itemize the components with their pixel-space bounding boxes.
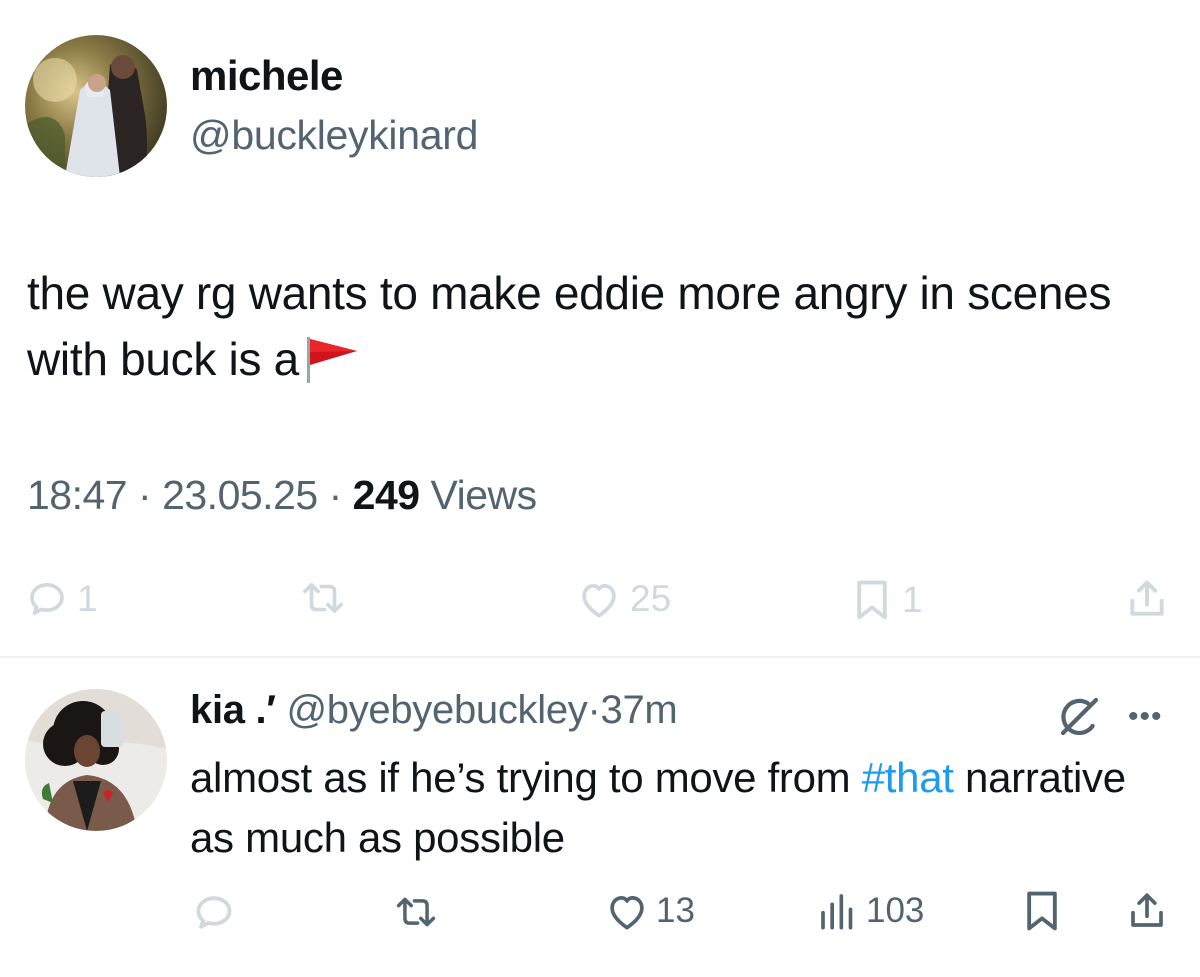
avatar-image <box>25 689 167 831</box>
reply-reply-button[interactable] <box>193 893 235 931</box>
tweet-meta: 18:47 · 23.05.25 · 249 Views <box>27 472 537 519</box>
like-button[interactable]: 25 <box>578 578 671 620</box>
avatar-kia[interactable] <box>25 689 167 831</box>
red-flag-emoji <box>303 334 359 383</box>
reply-separator: · <box>587 688 601 732</box>
author-name[interactable]: michele <box>190 52 343 100</box>
share-icon <box>1130 580 1164 616</box>
retweet-icon <box>303 583 343 613</box>
share-icon <box>1131 893 1163 927</box>
grok-icon[interactable] <box>1055 693 1103 746</box>
retweet-button[interactable] <box>300 578 346 618</box>
reply-header: kia .′ @byebyebuckley·37m <box>190 688 678 733</box>
share-button[interactable] <box>1125 576 1169 622</box>
analytics-icon <box>821 894 853 930</box>
meta-separator: · <box>328 472 343 518</box>
bookmark-count: 1 <box>902 579 923 620</box>
tweet-time[interactable]: 18:47 <box>27 472 128 518</box>
meta-separator: · <box>138 472 152 518</box>
like-count: 25 <box>630 578 672 619</box>
reply-icon <box>30 583 64 615</box>
reply-retweet-button[interactable] <box>393 893 439 931</box>
tweet-text: the way rg wants to make eddie more angr… <box>27 260 1167 392</box>
reply-count: 1 <box>77 578 98 619</box>
reply-time[interactable]: 37m <box>601 688 678 732</box>
bookmark-icon <box>1027 891 1057 931</box>
tweet-text-body: the way rg wants to make eddie more angr… <box>27 267 1112 385</box>
avatar-michele[interactable] <box>25 35 167 177</box>
reply-share-button[interactable] <box>1126 888 1168 934</box>
reply-icon <box>196 896 232 929</box>
reply-like-count: 13 <box>656 891 695 930</box>
reply-like-button[interactable]: 13 <box>606 891 695 931</box>
heart-icon <box>610 896 644 930</box>
author-handle[interactable]: @buckleykinard <box>190 112 478 159</box>
reply-bookmark-button[interactable] <box>1022 889 1062 933</box>
avatar-image <box>25 35 167 177</box>
reply-text-before: almost as if he’s trying to move from <box>190 754 862 801</box>
reply-author-name[interactable]: kia .′ <box>190 688 276 732</box>
retweet-icon <box>396 897 436 927</box>
reply-author-handle[interactable]: @byebyebuckley <box>286 688 587 732</box>
reply-button[interactable]: 1 <box>27 578 98 620</box>
tweet-date[interactable]: 23.05.25 <box>162 472 318 518</box>
reply-text: almost as if he’s trying to move from #t… <box>190 748 1150 868</box>
hashtag-link[interactable]: #that <box>862 754 954 801</box>
views-label[interactable]: Views <box>430 472 537 518</box>
reply-views-count: 103 <box>866 891 925 930</box>
more-options-button[interactable]: ••• <box>1128 700 1163 734</box>
bookmark-button[interactable]: 1 <box>852 578 923 622</box>
views-count[interactable]: 249 <box>353 472 420 518</box>
reply-views-button[interactable]: 103 <box>818 891 924 931</box>
bookmark-icon <box>857 580 887 620</box>
heart-icon <box>582 584 616 618</box>
divider <box>0 656 1200 658</box>
